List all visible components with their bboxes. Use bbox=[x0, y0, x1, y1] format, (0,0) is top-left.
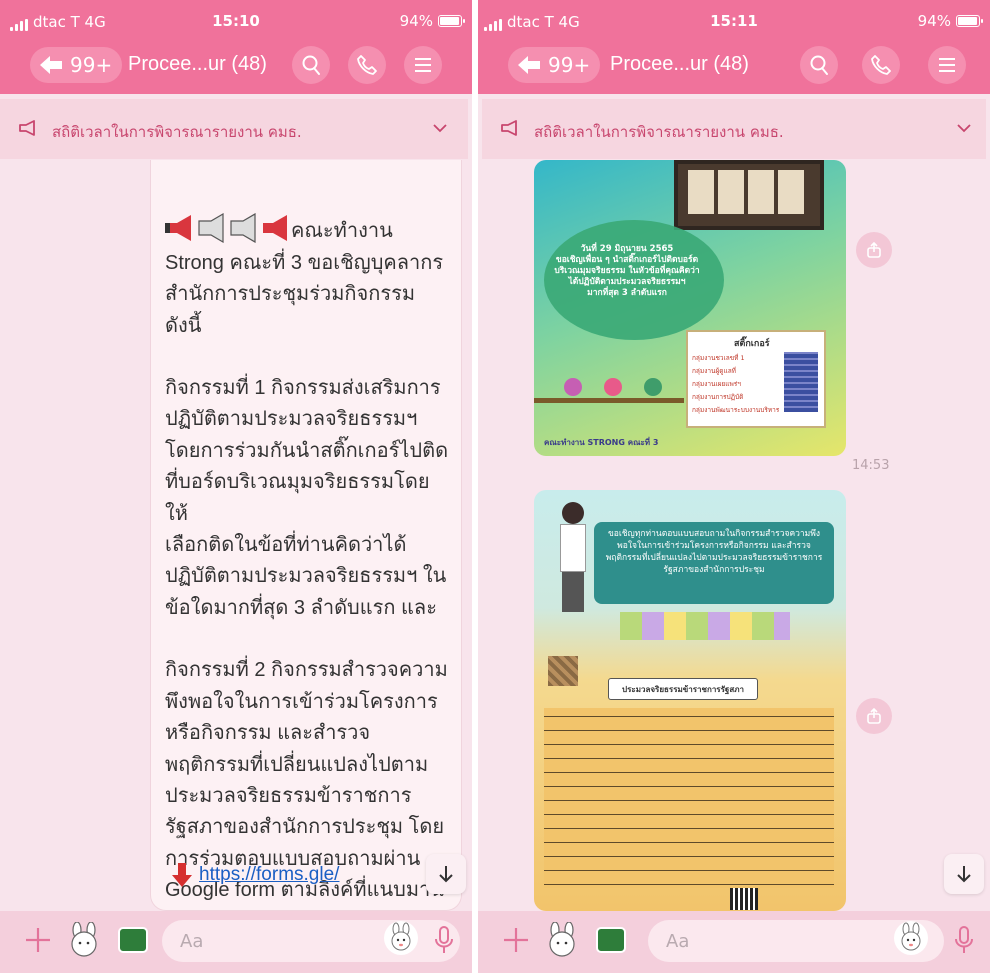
announcement-text: สถิติเวลาในการพิจารณารายงาน คมธ. bbox=[52, 123, 302, 141]
share-button[interactable] bbox=[856, 698, 892, 734]
chat-header: dtac T 4G 15:10 94% 99+ Procee...ur (48) bbox=[0, 0, 472, 94]
poster1-caption: วันที่ 29 มิถุนายน 2565 ขอเชิญเพื่อน ๆ น… bbox=[554, 244, 700, 298]
emoji-icon[interactable] bbox=[894, 921, 928, 955]
emoji-icon[interactable] bbox=[384, 921, 418, 955]
announcement-bar[interactable]: สถิติเวลาในการพิจารณารายงาน คมธ. bbox=[0, 99, 468, 159]
qr-code-icon bbox=[730, 888, 758, 910]
right-screen: dtac T 4G 15:11 94% 99+ Procee...ur (48) bbox=[478, 0, 990, 973]
plus-icon[interactable] bbox=[500, 924, 532, 956]
legend-item: กลุ่มงานการปฏิบัติ bbox=[692, 393, 744, 401]
chevron-down-icon[interactable] bbox=[432, 121, 448, 135]
sticker-icon[interactable] bbox=[66, 922, 102, 958]
chat-title: Procee...ur (48) bbox=[610, 53, 749, 75]
announcement-text: สถิติเวลาในการพิจารณารายงาน คมธ. bbox=[534, 123, 784, 141]
phone-icon bbox=[871, 55, 891, 75]
sticker-icon[interactable] bbox=[544, 922, 580, 958]
photo-icon[interactable] bbox=[596, 927, 626, 953]
form-link[interactable]: https://forms.gle/ bbox=[199, 864, 339, 886]
chat-title: Procee...ur (48) bbox=[128, 53, 267, 75]
message-paragraph-1: Strong คณะที่ 3 ขอเชิญบุคลากร สำนักการปร… bbox=[165, 251, 444, 337]
menu-button[interactable] bbox=[928, 46, 966, 84]
poster2-heading: ประมวลจริยธรรมข้าราชการรัฐสภา bbox=[622, 685, 744, 694]
share-icon bbox=[867, 241, 881, 258]
search-button[interactable] bbox=[292, 46, 330, 84]
bird-icon bbox=[644, 378, 662, 396]
search-icon bbox=[810, 55, 828, 75]
menu-button[interactable] bbox=[404, 46, 442, 84]
search-button[interactable] bbox=[800, 46, 838, 84]
arrow-down-icon bbox=[957, 866, 971, 883]
battery-icon bbox=[438, 15, 465, 27]
status-bar: dtac T 4G 15:11 94% bbox=[478, 0, 990, 34]
bunting-decoration bbox=[620, 612, 790, 640]
message-paragraph-2: กิจกรรมที่ 1 กิจกรรมส่งเสริมการ ปฏิบัติต… bbox=[165, 377, 449, 619]
ethics-list bbox=[544, 708, 834, 888]
share-button[interactable] bbox=[856, 232, 892, 268]
bird-icon bbox=[604, 378, 622, 396]
unread-count: 99+ bbox=[70, 53, 113, 77]
battery-icon bbox=[956, 15, 983, 27]
back-button[interactable]: 99+ bbox=[508, 47, 601, 83]
legend-item: กลุ่มงานผู้ดูแลที่ bbox=[692, 367, 736, 375]
chevron-down-icon[interactable] bbox=[956, 121, 972, 135]
input-bar: Aa bbox=[478, 911, 990, 973]
legend-item: กลุ่มงานเผยแพร่ฯ bbox=[692, 380, 741, 388]
tape-decoration bbox=[548, 656, 578, 686]
presenter-illustration bbox=[554, 502, 594, 612]
megaphone-icon bbox=[19, 120, 35, 136]
status-bar: dtac T 4G 15:10 94% bbox=[0, 0, 472, 34]
megaphone-icon bbox=[501, 120, 517, 136]
message-timestamp: 14:53 bbox=[852, 458, 890, 473]
poster2-banner: ขอเชิญทุกท่านตอบแบบสอบถามในกิจกรรมสำรวจค… bbox=[605, 529, 823, 575]
battery-status: 94% bbox=[399, 12, 465, 30]
search-icon bbox=[302, 55, 320, 75]
scroll-down-button[interactable] bbox=[944, 854, 984, 894]
call-button[interactable] bbox=[348, 46, 386, 84]
phone-icon bbox=[357, 55, 377, 75]
left-screen: dtac T 4G 15:10 94% 99+ Procee...ur (48) bbox=[0, 0, 472, 973]
heading-box: ประมวลจริยธรรมข้าราชการรัฐสภา bbox=[608, 678, 758, 700]
poster1-footer: คณะทำงาน STRONG คณะที่ 3 bbox=[544, 438, 659, 447]
battery-status: 94% bbox=[917, 12, 983, 30]
message-list[interactable]: วันที่ 29 มิถุนายน 2565 ขอเชิญเพื่อน ๆ น… bbox=[478, 160, 990, 911]
status-time: 15:11 bbox=[710, 12, 758, 30]
menu-icon bbox=[415, 58, 431, 72]
chat-header: dtac T 4G 15:11 94% 99+ Procee...ur (48) bbox=[478, 0, 990, 94]
unread-count: 99+ bbox=[548, 53, 591, 77]
menu-icon bbox=[939, 58, 955, 72]
battery-percent: 94% bbox=[399, 12, 433, 30]
scroll-down-button[interactable] bbox=[426, 854, 466, 894]
battery-percent: 94% bbox=[917, 12, 951, 30]
sticker-sheet bbox=[784, 352, 818, 412]
photo-icon[interactable] bbox=[118, 927, 148, 953]
legend-list: กลุ่มงานชวเลขที่ 1 กลุ่มงานผู้ดูแลที่ กล… bbox=[692, 352, 779, 417]
announcement-bar[interactable]: สถิติเวลาในการพิจารณารายงาน คมธ. bbox=[482, 99, 986, 159]
message-heading: คณะทำงาน bbox=[291, 220, 393, 243]
back-arrow-icon bbox=[40, 56, 62, 74]
legend-item: กลุ่มงานชวเลขที่ 1 bbox=[692, 354, 745, 362]
share-icon bbox=[867, 707, 881, 724]
bird-icon bbox=[564, 378, 582, 396]
branch-line bbox=[534, 398, 684, 403]
megaphone-emoji-icon bbox=[165, 213, 287, 244]
image-message-1[interactable]: วันที่ 29 มิถุนายน 2565 ขอเชิญเพื่อน ๆ น… bbox=[534, 160, 846, 456]
legend-title: สติ๊กเกอร์ bbox=[734, 339, 770, 349]
message-bubble[interactable]: คณะทำงาน Strong คณะที่ 3 ขอเชิญบุคลากร ส… bbox=[150, 160, 462, 911]
microphone-icon[interactable] bbox=[434, 925, 454, 955]
board-image bbox=[674, 160, 824, 230]
plus-icon[interactable] bbox=[22, 924, 54, 956]
input-bar: Aa bbox=[0, 911, 472, 973]
image-message-2[interactable]: ขอเชิญทุกท่านตอบแบบสอบถามในกิจกรรมสำรวจค… bbox=[534, 490, 846, 911]
arrow-down-icon bbox=[439, 866, 453, 883]
legend-card: สติ๊กเกอร์ กลุ่มงานชวเลขที่ 1 กลุ่มงานผู… bbox=[686, 330, 826, 428]
back-button[interactable]: 99+ bbox=[30, 47, 123, 83]
message-first-line: คณะทำงาน bbox=[165, 182, 451, 248]
legend-item: กลุ่มงานพัฒนาระบบงานบริหาร bbox=[692, 406, 780, 414]
down-arrow-emoji-icon bbox=[172, 863, 192, 887]
back-arrow-icon bbox=[518, 56, 540, 74]
call-button[interactable] bbox=[862, 46, 900, 84]
message-list[interactable]: คณะทำงาน Strong คณะที่ 3 ขอเชิญบุคลากร ส… bbox=[0, 160, 472, 911]
banner-box: ขอเชิญทุกท่านตอบแบบสอบถามในกิจกรรมสำรวจค… bbox=[594, 522, 834, 604]
microphone-icon[interactable] bbox=[954, 925, 974, 955]
